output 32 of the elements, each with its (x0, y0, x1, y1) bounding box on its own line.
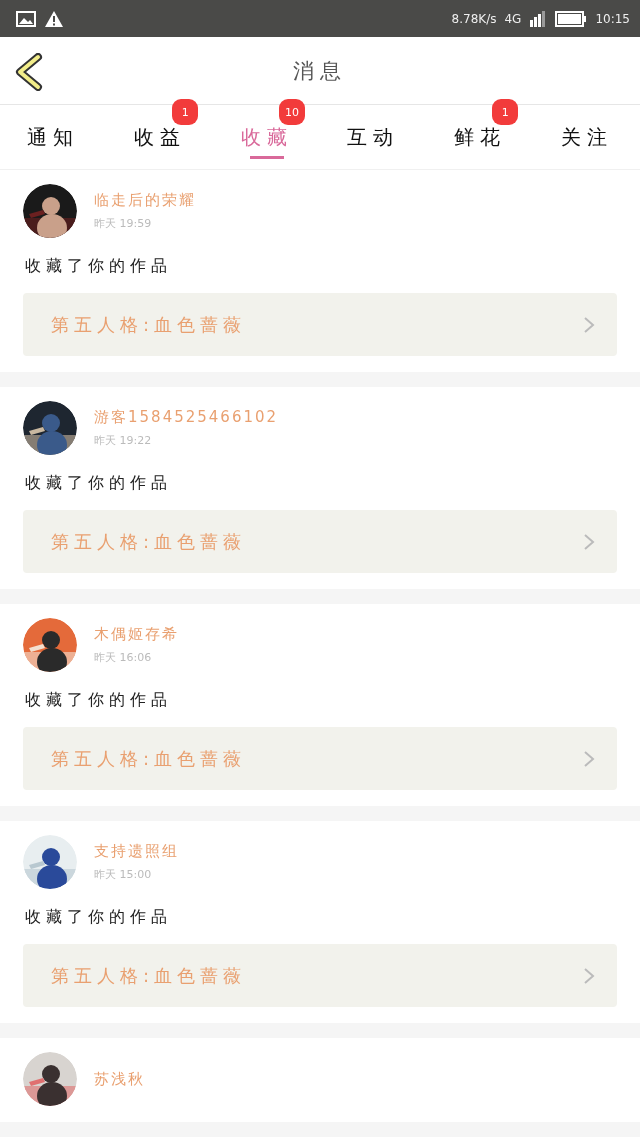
user-name: 苏浅秋 (94, 1069, 145, 1089)
chevron-icon (583, 749, 595, 768)
image-icon (16, 10, 36, 27)
chevron-icon (583, 315, 595, 334)
chevron-icon (583, 532, 595, 551)
tab[interactable]: 关注 (533, 105, 640, 169)
battery-icon (555, 10, 588, 27)
message-text: 收藏了你的作品 (25, 473, 173, 494)
count-badge: 1 (172, 99, 199, 125)
message-text: 收藏了你的作品 (25, 907, 173, 928)
timestamp: 昨天 19:22 (94, 433, 153, 448)
user-name: 游客1584525466102 (94, 408, 279, 427)
network-speed: 8.78K/s (451, 11, 497, 26)
chevron-icon (583, 966, 595, 985)
timestamp: 昨天 16:06 (94, 650, 153, 665)
user-name: 支持遗照组 (94, 842, 179, 861)
timestamp: 昨天 19:59 (94, 216, 153, 231)
count-badge: 1 (492, 99, 519, 125)
network-type: 4G (504, 11, 522, 26)
user-name: 木偶姬存希 (94, 625, 179, 644)
timestamp: 昨天 15:00 (94, 867, 153, 882)
back-icon[interactable] (14, 53, 44, 91)
warning-icon (44, 9, 64, 28)
page-title: 消息 (293, 57, 347, 85)
message-text: 收藏了你的作品 (25, 256, 173, 277)
tab[interactable]: 互动 (320, 105, 427, 169)
tab[interactable]: 通知 (0, 105, 107, 169)
clock: 10:15 (595, 11, 630, 26)
user-name: 临走后的荣耀 (94, 191, 196, 210)
count-badge: 10 (279, 99, 305, 125)
message-text: 收藏了你的作品 (25, 690, 173, 711)
signal-icon (529, 10, 548, 27)
